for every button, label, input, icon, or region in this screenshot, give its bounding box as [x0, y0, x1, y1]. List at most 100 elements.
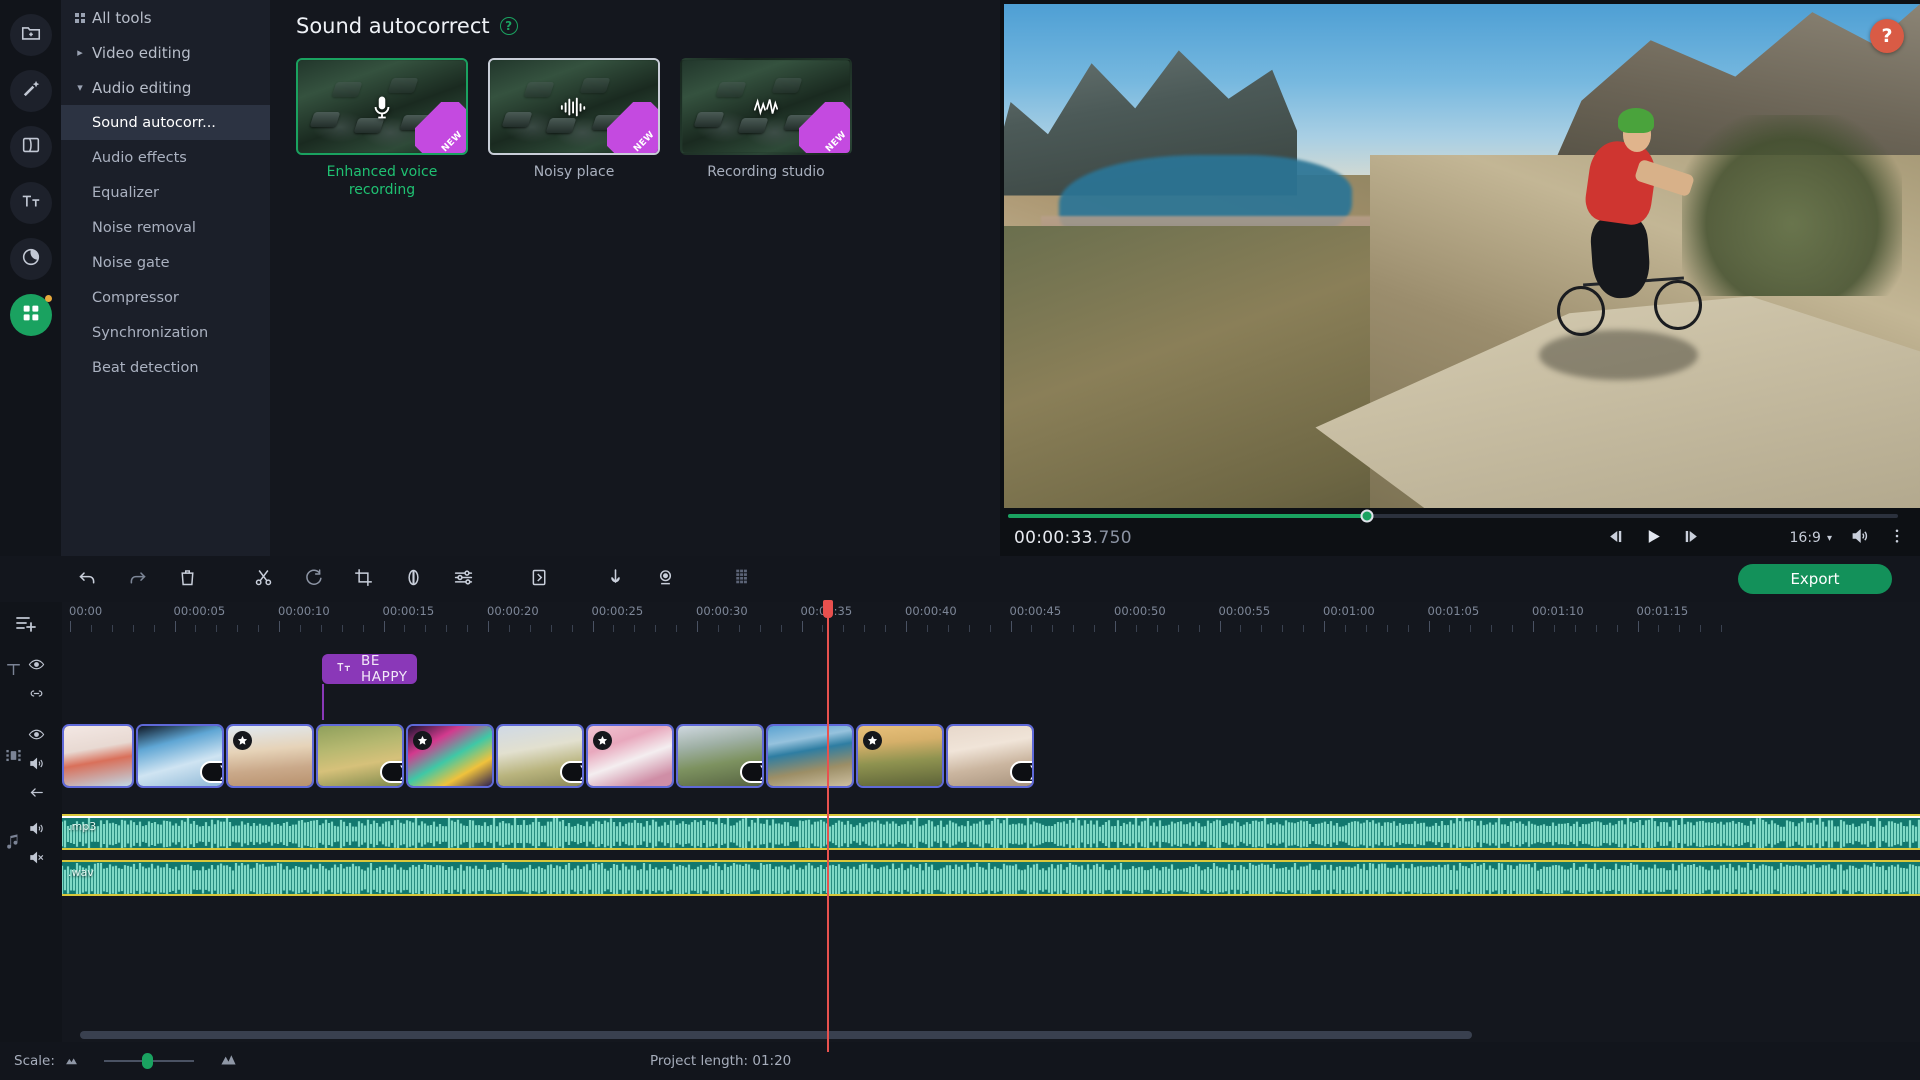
ruler-tick — [1157, 625, 1158, 632]
video-preview[interactable]: ? — [1004, 4, 1920, 508]
ruler-tick — [446, 625, 447, 632]
transitions-icon — [20, 134, 42, 160]
aspect-ratio-selector[interactable]: 16:9 ▾ — [1790, 530, 1832, 546]
audio-track-unlink-toggle[interactable] — [28, 849, 45, 870]
ruler-tick — [1052, 625, 1053, 632]
video-track-collapse-button[interactable] — [28, 784, 45, 805]
timeline-ruler[interactable]: 00:0000:00:0500:00:1000:00:1500:00:2000:… — [62, 602, 1920, 632]
transition-badge[interactable]: ❯ — [740, 761, 764, 783]
film-strip-icon — [4, 746, 23, 769]
ruler-tick — [1031, 625, 1032, 632]
transition-badge[interactable]: ❯ — [1010, 761, 1034, 783]
video-clip[interactable]: ❯ — [496, 724, 584, 788]
tool-item-compressor[interactable]: Compressor — [61, 280, 270, 315]
help-button[interactable]: ? — [1870, 19, 1904, 53]
preset-recording-studio[interactable]: NEW Recording studio — [680, 58, 852, 199]
tool-item-noise-removal[interactable]: Noise removal — [61, 210, 270, 245]
record-audio-button[interactable] — [590, 556, 640, 602]
split-button[interactable] — [238, 556, 288, 602]
next-frame-icon[interactable] — [1681, 527, 1700, 550]
filters-button[interactable] — [10, 238, 52, 280]
export-button[interactable]: Export — [1738, 564, 1892, 594]
video-track-visibility-toggle[interactable] — [28, 726, 45, 747]
seek-track[interactable] — [1008, 514, 1898, 518]
play-icon[interactable] — [1644, 527, 1663, 550]
project-length-label: Project length: 01:20 — [650, 1053, 791, 1069]
title-clip-be-happy[interactable]: BE HAPPY — [322, 654, 417, 684]
video-track[interactable]: ❯ ❯ ❯ ❯ ❯ — [62, 724, 1920, 796]
speaker-icon[interactable] — [1850, 526, 1870, 550]
help-icon[interactable]: ? — [500, 17, 518, 35]
tool-item-sound-autocorrect[interactable]: Sound autocorr... — [61, 105, 270, 140]
zoom-out-icon[interactable] — [65, 1052, 78, 1071]
scale-slider-handle[interactable] — [142, 1053, 153, 1069]
tool-item-equalizer[interactable]: Equalizer — [61, 175, 270, 210]
all-tools-row[interactable]: All tools — [61, 0, 270, 35]
magic-wand-button[interactable] — [10, 70, 52, 112]
audio-clip[interactable]: .wav — [62, 860, 1920, 896]
undo-icon — [77, 567, 98, 592]
title-track-link-toggle[interactable] — [28, 685, 45, 706]
more-settings-button[interactable] — [438, 556, 488, 602]
category-video-editing[interactable]: ▸ Video editing — [61, 35, 270, 70]
chevron-right-icon: ❯ — [218, 764, 224, 780]
video-clip[interactable]: ❯ — [676, 724, 764, 788]
favorite-star-badge[interactable] — [233, 731, 252, 750]
redo-button[interactable] — [112, 556, 162, 602]
transition-badge[interactable]: ❯ — [560, 761, 584, 783]
playhead-handle[interactable] — [823, 600, 833, 618]
title-track-visibility-toggle[interactable] — [28, 656, 45, 677]
delete-button[interactable] — [162, 556, 212, 602]
undo-button[interactable] — [62, 556, 112, 602]
video-clip[interactable]: ❯ — [136, 724, 224, 788]
video-clip[interactable] — [766, 724, 854, 788]
ruler-tick — [1011, 621, 1012, 632]
category-audio-editing[interactable]: ▾ Audio editing — [61, 70, 270, 105]
tool-item-beat-detection[interactable]: Beat detection — [61, 350, 270, 385]
preset-enhanced-voice-recording[interactable]: NEW Enhanced voice recording — [296, 58, 468, 199]
import-media-button[interactable] — [10, 14, 52, 56]
transition-badge[interactable]: ❯ — [200, 761, 224, 783]
titles-button[interactable] — [10, 182, 52, 224]
category-video-editing-label: Video editing — [92, 44, 191, 62]
more-tools-button[interactable] — [10, 294, 52, 336]
rotate-button[interactable] — [288, 556, 338, 602]
crop-button[interactable] — [338, 556, 388, 602]
video-track-mute-toggle[interactable] — [28, 755, 45, 776]
audio-clip[interactable]: .mp3 — [62, 814, 1920, 850]
ruler-label: 00:00:20 — [487, 604, 539, 618]
video-clip[interactable] — [856, 724, 944, 788]
video-clip[interactable]: ❯ — [946, 724, 1034, 788]
video-clip[interactable] — [62, 724, 134, 788]
video-clip[interactable]: ❯ — [316, 724, 404, 788]
video-clip[interactable] — [586, 724, 674, 788]
title-track[interactable]: BE HAPPY — [62, 654, 1920, 694]
new-ribbon: NEW — [607, 102, 659, 154]
kebab-menu-icon[interactable] — [1888, 527, 1906, 549]
audio-track[interactable]: .mp3.wav — [62, 814, 1920, 892]
tool-item-synchronization[interactable]: Synchronization — [61, 315, 270, 350]
video-clip[interactable] — [226, 724, 314, 788]
prev-frame-icon[interactable] — [1607, 527, 1626, 550]
color-adjust-button[interactable] — [388, 556, 438, 602]
zoom-in-icon[interactable] — [220, 1051, 237, 1072]
video-clip[interactable] — [406, 724, 494, 788]
record-webcam-button[interactable] — [640, 556, 690, 602]
audio-track-mute-toggle[interactable] — [28, 820, 45, 841]
favorite-star-badge[interactable] — [863, 731, 882, 750]
tool-item-noise-gate[interactable]: Noise gate — [61, 245, 270, 280]
ruler-tick — [948, 625, 949, 632]
ruler-tick — [175, 621, 176, 632]
transition-badge[interactable]: ❯ — [380, 761, 404, 783]
tool-item-audio-effects[interactable]: Audio effects — [61, 140, 270, 175]
favorite-star-badge[interactable] — [413, 731, 432, 750]
add-track-button[interactable] — [14, 612, 38, 640]
equalizer-button[interactable] — [716, 556, 766, 602]
timeline-horizontal-scrollbar[interactable] — [80, 1031, 1472, 1039]
transitions-button[interactable] — [10, 126, 52, 168]
clip-properties-button[interactable] — [514, 556, 564, 602]
preset-noisy-place[interactable]: NEW Noisy place — [488, 58, 660, 199]
playhead[interactable] — [827, 602, 829, 1052]
favorite-star-badge[interactable] — [593, 731, 612, 750]
scale-slider[interactable] — [88, 1054, 210, 1068]
